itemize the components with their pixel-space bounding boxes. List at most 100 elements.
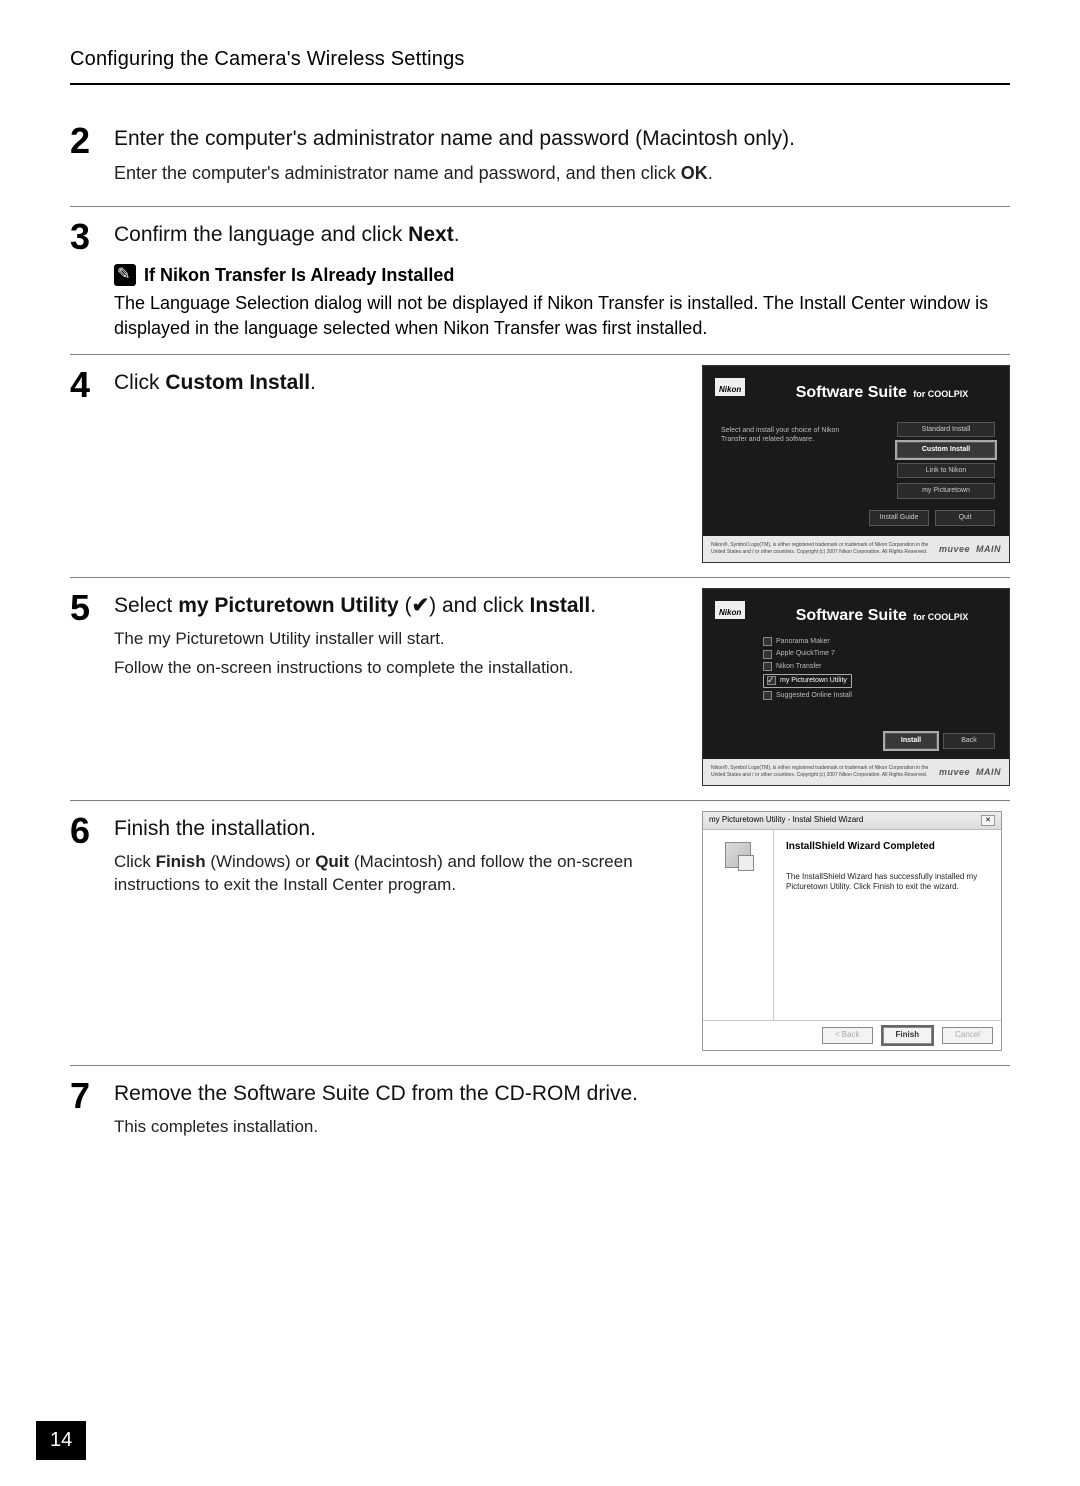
back-button: < Back (822, 1027, 873, 1044)
suite-bottom-buttons: Install Back (885, 733, 995, 748)
step-title: Finish the installation. (114, 815, 686, 843)
label: Panorama Maker (776, 637, 830, 646)
brand-logos: muvee MAIN (939, 766, 1001, 778)
step-description: The my Picturetown Utility installer wil… (114, 628, 686, 651)
suite-bottom-buttons: Install Guide Quit (869, 510, 995, 525)
bold-text: Install (530, 594, 591, 617)
install-button[interactable]: Install (885, 733, 937, 748)
quit-button[interactable]: Quit (935, 510, 995, 525)
main-logo: MAIN (976, 543, 1001, 555)
text: Confirm the language and click (114, 223, 408, 246)
list-item-highlighted[interactable]: my Picturetown Utility (763, 674, 852, 687)
custom-install-button[interactable]: Custom Install (897, 442, 995, 457)
list-item[interactable]: Suggested Online Install (763, 691, 852, 700)
step-6: 6 Finish the installation. Click Finish … (70, 811, 1010, 1066)
step-description: Click Finish (Windows) or Quit (Macintos… (114, 851, 686, 897)
step-number: 5 (70, 588, 114, 626)
bold-text: Next (408, 223, 454, 246)
text: Click (114, 371, 165, 394)
brand-logos: muvee MAIN (939, 543, 1001, 555)
wizard-title-text: my Picturetown Utility - Instal Shield W… (709, 815, 863, 826)
step-number: 6 (70, 811, 114, 849)
text: ) and click (429, 594, 529, 617)
page-number: 14 (36, 1421, 86, 1460)
screenshot-software-suite-1: Nikon Software Suite for COOLPIX Select … (702, 365, 1010, 563)
label: my Picturetown Utility (780, 676, 847, 685)
text: Select (114, 594, 178, 617)
label: Apple QuickTime 7 (776, 649, 835, 658)
checkbox-icon (763, 650, 772, 659)
checkbox-icon (763, 662, 772, 671)
note-header: If Nikon Transfer Is Already Installed (114, 263, 1010, 287)
step-description: Follow the on-screen instructions to com… (114, 657, 686, 680)
checkmark-icon: ✔ (412, 594, 430, 617)
nikon-logo: Nikon (715, 378, 745, 396)
copyright-text: Nikon®, Symbol Logo(TM), is either regis… (711, 542, 939, 556)
suite-title: Software Suite for COOLPIX (765, 382, 999, 404)
step-title: Select my Picturetown Utility (✔) and cl… (114, 592, 686, 620)
note-body: The Language Selection dialog will not b… (114, 291, 1010, 340)
muvee-logo: muvee (939, 766, 970, 778)
screenshot-wizard: my Picturetown Utility - Instal Shield W… (702, 811, 1010, 1051)
list-item[interactable]: Apple QuickTime 7 (763, 649, 852, 658)
wizard-heading: InstallShield Wizard Completed (786, 840, 989, 854)
install-guide-button[interactable]: Install Guide (869, 510, 929, 525)
step-2: 2 Enter the computer's administrator nam… (70, 121, 1010, 207)
standard-install-button[interactable]: Standard Install (897, 422, 995, 437)
step-number: 7 (70, 1076, 114, 1114)
step-5: 5 Select my Picturetown Utility (✔) and … (70, 588, 1010, 801)
wizard-sidebar (703, 830, 774, 1020)
main-logo: MAIN (976, 766, 1001, 778)
bold-text: Finish (156, 852, 206, 871)
text: . (708, 163, 713, 183)
screenshot-software-suite-2: Nikon Software Suite for COOLPIX Panoram… (702, 588, 1010, 786)
text: . (310, 371, 316, 394)
step-title: Enter the computer's administrator name … (114, 125, 1010, 153)
suite-footer: Nikon®, Symbol Logo(TM), is either regis… (703, 536, 1009, 562)
step-3: 3 Confirm the language and click Next. I… (70, 217, 1010, 355)
close-button[interactable]: ✕ (981, 815, 995, 826)
label: Nikon Transfer (776, 662, 822, 671)
text: Enter the computer's administrator name … (114, 163, 681, 183)
my-picturetown-button[interactable]: my Picturetown (897, 483, 995, 498)
page: Configuring the Camera's Wireless Settin… (0, 0, 1080, 1486)
link-to-nikon-button[interactable]: Link to Nikon (897, 463, 995, 478)
text: . (454, 223, 460, 246)
step-number: 2 (70, 121, 114, 159)
suite-title: Software Suite for COOLPIX (765, 605, 999, 627)
suite-instruction: Select and install your choice of Nikon … (721, 426, 861, 445)
text: Software Suite (796, 607, 912, 624)
text: ( (399, 594, 412, 617)
bold-text: OK (681, 163, 708, 183)
step-7: 7 Remove the Software Suite CD from the … (70, 1076, 1010, 1159)
wizard-body-text: The InstallShield Wizard has successfull… (786, 872, 989, 893)
nikon-logo: Nikon (715, 601, 745, 619)
step-number: 4 (70, 365, 114, 403)
text: for COOLPIX (913, 612, 968, 622)
page-header: Configuring the Camera's Wireless Settin… (70, 46, 1010, 85)
suite-footer: Nikon®, Symbol Logo(TM), is either regis… (703, 759, 1009, 785)
back-button[interactable]: Back (943, 733, 995, 748)
text: Software Suite (796, 384, 912, 401)
checkbox-icon (763, 637, 772, 646)
bold-text: Custom Install (165, 371, 310, 394)
checkbox-checked-icon (767, 676, 776, 685)
text: for COOLPIX (913, 389, 968, 399)
step-description: This completes installation. (114, 1116, 1010, 1139)
wizard-titlebar: my Picturetown Utility - Instal Shield W… (703, 812, 1001, 830)
cancel-button: Cancel (942, 1027, 993, 1044)
label: Suggested Online Install (776, 691, 852, 700)
copyright-text: Nikon®, Symbol Logo(TM), is either regis… (711, 765, 939, 779)
finish-button[interactable]: Finish (883, 1027, 933, 1044)
wizard-footer: < Back Finish Cancel (703, 1020, 1001, 1050)
list-item[interactable]: Panorama Maker (763, 637, 852, 646)
list-item[interactable]: Nikon Transfer (763, 662, 852, 671)
note-title: If Nikon Transfer Is Already Installed (144, 263, 454, 287)
bold-text: Quit (315, 852, 349, 871)
wizard-main: InstallShield Wizard Completed The Insta… (774, 830, 1001, 1020)
step-title: Click Custom Install. (114, 369, 686, 397)
text: Click (114, 852, 156, 871)
step-description: Enter the computer's administrator name … (114, 161, 1010, 185)
suite-button-group: Standard Install Custom Install Link to … (897, 422, 995, 499)
checkbox-icon (763, 691, 772, 700)
